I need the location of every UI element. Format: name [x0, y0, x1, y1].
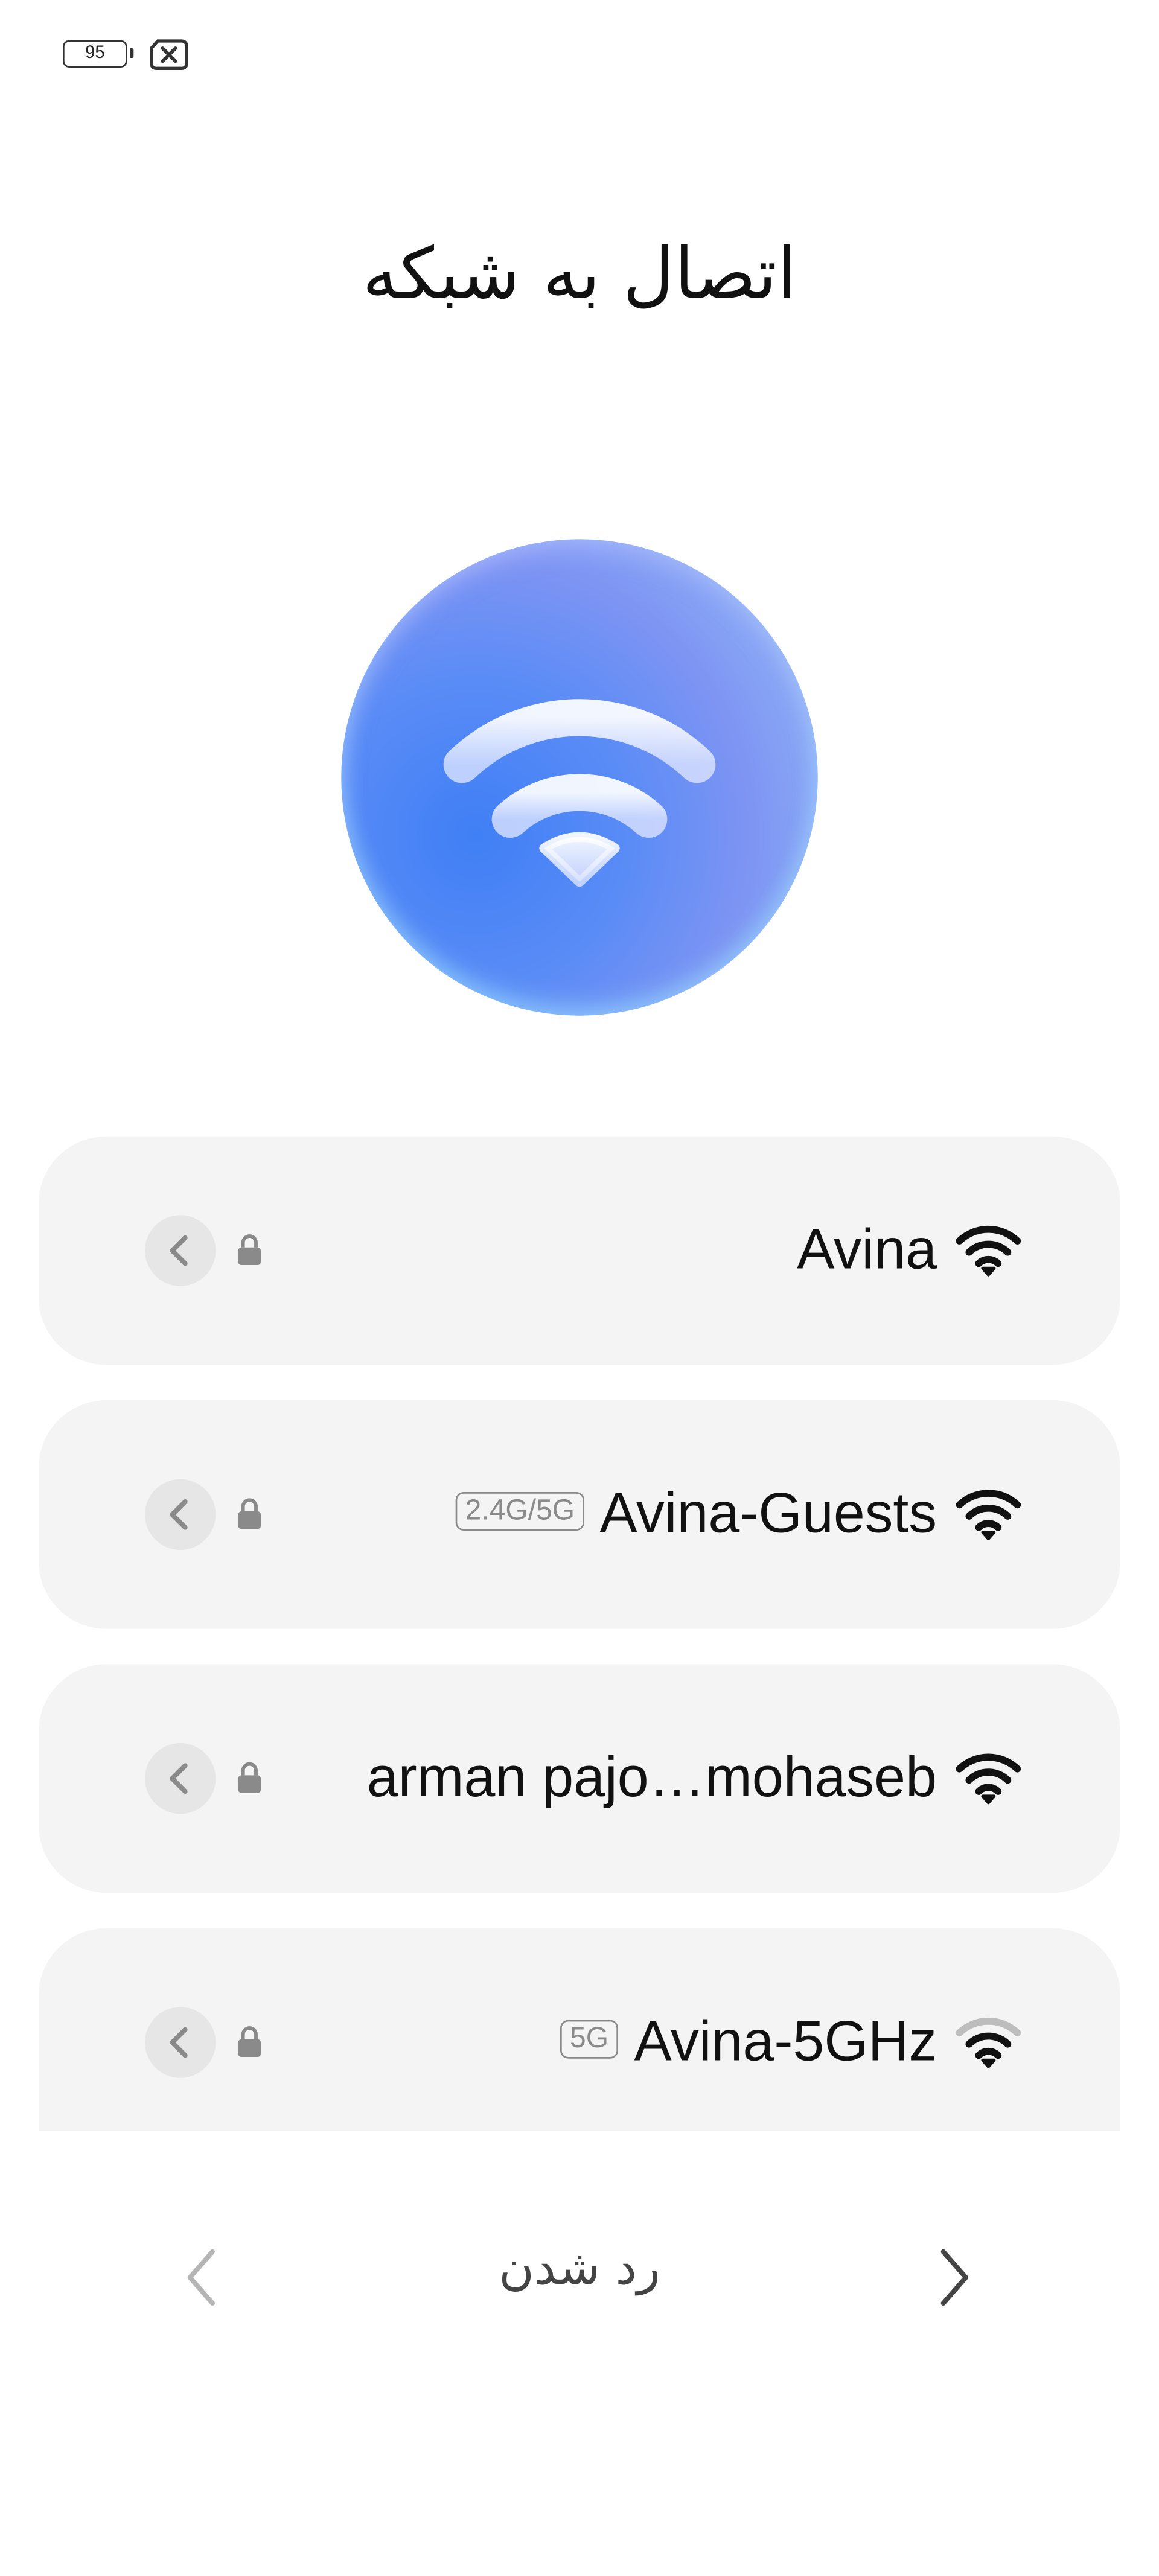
lock-icon	[238, 1762, 261, 1793]
page-title: اتصال به شبکه	[362, 233, 797, 316]
network-name: Avina	[797, 1218, 937, 1281]
network-name: Avina-5GHz	[634, 2010, 937, 2073]
network-details-button[interactable]	[145, 1479, 216, 1551]
wifi-icon	[443, 699, 716, 887]
network-details-button[interactable]	[145, 1743, 216, 1814]
wifi-signal-icon	[956, 1490, 1021, 1541]
lock-icon	[238, 2026, 261, 2058]
wifi-signal-icon	[956, 1225, 1021, 1277]
lock-icon	[238, 1234, 261, 1266]
network-item[interactable]: arman pajo…mohaseb	[39, 1664, 1121, 1893]
chevron-left-icon	[170, 1763, 188, 1794]
wifi-signal-icon	[956, 2017, 1021, 2068]
chevron-right-icon[interactable]	[930, 2245, 979, 2310]
network-name: arman pajo…mohaseb	[366, 1746, 937, 1809]
chevron-left-icon	[170, 1499, 188, 1530]
band-badge: 5G	[560, 2020, 619, 2059]
battery-level: 95	[85, 43, 105, 63]
no-sim-icon	[150, 39, 189, 71]
skip-button[interactable]: رد شدن	[418, 2240, 740, 2297]
network-item[interactable]: Avina	[39, 1136, 1121, 1365]
chevron-left-icon	[170, 1235, 188, 1266]
network-name: Avina-Guests	[599, 1482, 937, 1546]
network-item[interactable]: Avina-Guests 2.4G/5G	[39, 1400, 1121, 1629]
chevron-left-icon	[170, 2027, 188, 2058]
network-item[interactable]: Avina-5GHz 5G	[39, 1928, 1121, 2131]
battery-icon: 95	[63, 40, 134, 68]
wifi-signal-icon	[956, 1753, 1021, 1805]
lock-icon	[238, 1498, 261, 1529]
chevron-left-icon[interactable]	[177, 2245, 225, 2310]
band-badge: 2.4G/5G	[455, 1492, 585, 1531]
setup-screen: 95 اتصال به شبکه Avina Avina-Guests 2.4G/5…	[0, 0, 1159, 2576]
wifi-illustration	[341, 539, 818, 1016]
network-details-button[interactable]	[145, 2007, 216, 2078]
network-details-button[interactable]	[145, 1215, 216, 1286]
